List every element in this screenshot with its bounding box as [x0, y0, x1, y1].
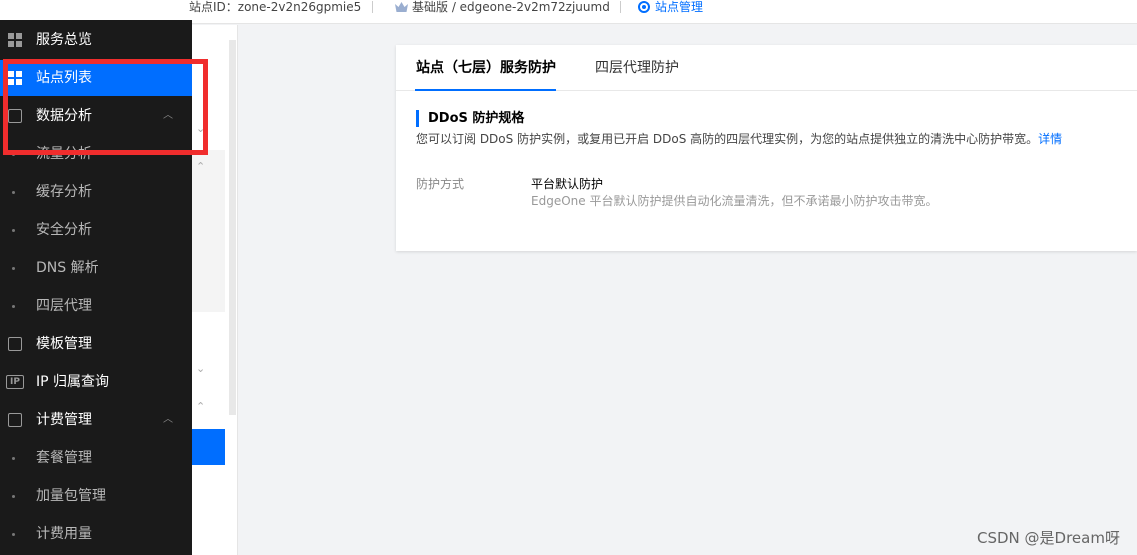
chevron-up-icon: ︿: [163, 414, 173, 425]
detail-link[interactable]: 详情: [1038, 132, 1062, 146]
sidebar-item-overview[interactable]: 服务总览: [0, 22, 192, 58]
protection-mode-help: EdgeOne 平台默认防护提供自动化流量清洗，但不承诺最小防护攻击带宽。: [531, 194, 938, 208]
plan-text: 基础版 / edgeone-2v2m72zjuumd: [412, 0, 610, 14]
protection-card: 站点（七层）服务防护 四层代理防护 DDoS 防护规格 您可以订阅 DDoS 防…: [396, 45, 1137, 251]
tab-l7-protection[interactable]: 站点（七层）服务防护: [416, 45, 556, 91]
crown-icon: [395, 2, 408, 12]
chevron-down-icon: ⌄: [196, 362, 206, 375]
active-tab-indicator: [415, 89, 556, 91]
bullet-dot: [12, 305, 15, 308]
scrollbar[interactable]: [229, 40, 236, 415]
secondary-panel-active-item[interactable]: [192, 429, 225, 465]
secondary-panel-item: [192, 150, 225, 312]
tab-bar: 站点（七层）服务防护 四层代理防护: [396, 45, 1137, 91]
billing-icon: [8, 413, 22, 427]
sidebar-item-label: 套餐管理: [36, 450, 92, 466]
sidebar-item-addon-packs[interactable]: 加量包管理: [0, 478, 192, 514]
section-description: 您可以订阅 DDoS 防护实例，或复用已开启 DDoS 高防的四层代理实例，为您…: [416, 131, 1062, 147]
bullet-dot: [12, 267, 15, 270]
protection-mode-label: 防护方式: [416, 177, 465, 191]
chevron-up-icon: ⌃: [196, 400, 206, 413]
bullet-dot: [12, 191, 15, 194]
annotation-highlight-box: [3, 59, 208, 155]
sidebar-item-billing[interactable]: 计费管理 ︿: [0, 402, 192, 438]
section-title: DDoS 防护规格: [416, 110, 524, 127]
site-manage-text: 站点管理: [655, 0, 704, 14]
sidebar-item-dns[interactable]: DNS 解析: [0, 250, 192, 286]
protection-mode-value: 平台默认防护: [531, 177, 604, 191]
bullet-dot: [12, 533, 15, 536]
sidebar-item-label: 计费用量: [36, 526, 92, 542]
sidebar-item-label: DNS 解析: [36, 260, 99, 276]
site-manage-link[interactable]: 站点管理: [638, 0, 703, 16]
ip-icon: IP: [6, 375, 24, 389]
bullet-dot: [12, 457, 15, 460]
sidebar-item-label: 缓存分析: [36, 184, 92, 200]
sidebar-item-label: 计费管理: [36, 412, 92, 428]
sidebar-item-cache-analysis[interactable]: 缓存分析: [0, 174, 192, 210]
watermark: CSDN @是Dream呀: [977, 529, 1120, 547]
sidebar-item-label: 安全分析: [36, 222, 92, 238]
sidebar-item-templates[interactable]: 模板管理: [0, 326, 192, 362]
sidebar-item-plans[interactable]: 套餐管理: [0, 440, 192, 476]
sidebar-item-label: 服务总览: [36, 32, 92, 48]
bullet-dot: [12, 495, 15, 498]
dashboard-icon: [8, 33, 22, 47]
sidebar-item-label: IP 归属查询: [36, 374, 110, 390]
sidebar-item-usage[interactable]: 计费用量: [0, 516, 192, 552]
divider: [620, 1, 621, 13]
sidebar-item-ip-lookup[interactable]: IP IP 归属查询: [0, 364, 192, 400]
description-text: 您可以订阅 DDoS 防护实例，或复用已开启 DDoS 高防的四层代理实例，为您…: [416, 132, 1039, 146]
sidebar-item-label: 加量包管理: [36, 488, 106, 504]
sidebar-item-label: 模板管理: [36, 336, 92, 352]
sidebar-item-label: 四层代理: [36, 298, 92, 314]
tab-l4-protection[interactable]: 四层代理防护: [595, 45, 679, 91]
sidebar-item-security-analysis[interactable]: 安全分析: [0, 212, 192, 248]
divider: [372, 1, 373, 13]
chevron-up-icon: ⌃: [196, 160, 206, 173]
plan-info: 基础版 / edgeone-2v2m72zjuumd: [395, 0, 610, 16]
template-icon: [8, 337, 22, 351]
settings-icon: [638, 1, 650, 13]
sidebar-item-l4-proxy[interactable]: 四层代理: [0, 288, 192, 324]
zone-id: 站点ID：zone-2v2n26gpmie5: [189, 0, 362, 14]
bullet-dot: [12, 229, 15, 232]
